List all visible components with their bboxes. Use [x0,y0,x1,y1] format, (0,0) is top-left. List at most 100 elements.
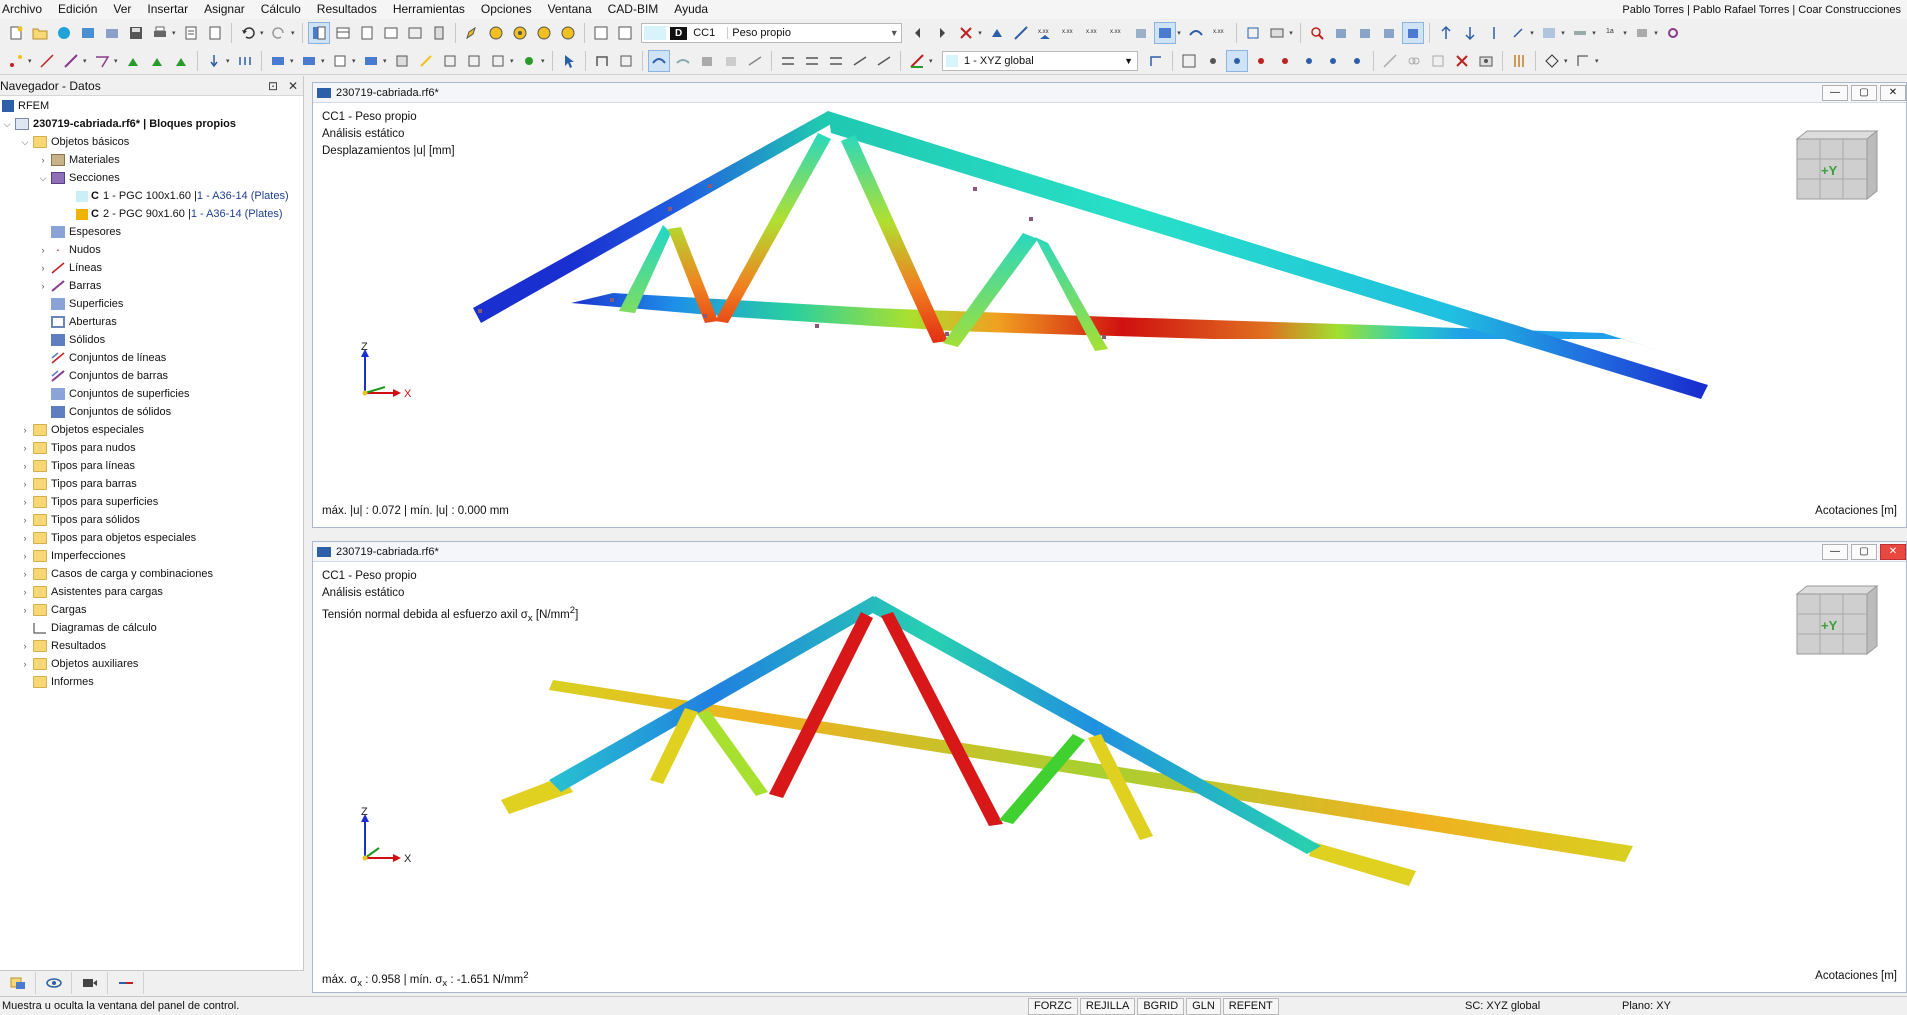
tree-item-solids[interactable]: Sólidos [0,331,303,349]
rfem-icon[interactable] [53,22,75,44]
wire-dropdown-icon[interactable]: ▾ [1654,29,1661,37]
cursor-icon[interactable] [558,50,580,72]
tree-item-sections[interactable]: ⌵ Secciones [0,169,303,187]
undo-icon[interactable] [237,22,259,44]
load-case-selector[interactable]: D CC1 Peso propio ▼ [641,23,903,43]
grid-lines-icon[interactable] [825,50,847,72]
menu-asignar[interactable]: Asignar [196,0,253,19]
minimize-button[interactable]: — [1822,84,1848,101]
next-arrow-icon[interactable] [931,22,953,44]
previous-arrow-icon[interactable] [907,22,929,44]
hatch-icon[interactable] [801,50,823,72]
chevron-right-icon[interactable]: › [38,281,48,291]
polyline-icon[interactable] [91,50,113,72]
cloud-icon[interactable] [77,22,99,44]
printout-icon[interactable] [204,22,226,44]
tab-results-icon[interactable] [108,971,144,994]
tree-item-imperfections[interactable]: › Imperfecciones [0,547,303,565]
tree-item-thicknesses[interactable]: Espesores [0,223,303,241]
snap-object-icon[interactable] [1226,49,1248,72]
menu-edicion[interactable]: Edición [50,0,105,19]
delete-icon[interactable] [1451,50,1473,72]
load-node-icon[interactable] [203,50,225,72]
toggle-object-snap[interactable]: REFENT [1222,997,1279,1015]
tab-data-icon[interactable] [0,971,36,994]
axis-dropdown-icon[interactable]: ▾ [1530,29,1537,37]
chevron-right-icon[interactable]: › [38,155,48,165]
scale-bars-icon[interactable] [1508,50,1530,72]
view-cube[interactable]: +Y [1785,127,1881,207]
selection-icon[interactable] [267,50,289,72]
tree-item-line-types[interactable]: › Tipos para líneas [0,457,303,475]
chevron-right-icon[interactable]: › [20,461,30,471]
chevron-right-icon[interactable]: › [20,515,30,525]
save-icon[interactable] [125,22,147,44]
axis-y-icon[interactable] [1459,22,1481,44]
filter-icon[interactable]: 1a [1600,22,1622,44]
surface-result-icon[interactable] [672,50,694,72]
node-support-icon[interactable] [986,22,1008,44]
coordinate-system-selector[interactable]: 1 - XYZ global ▼ [942,50,1138,71]
chevron-right-icon[interactable]: › [20,425,30,435]
node-dropdown-icon[interactable]: ▾ [28,57,35,65]
tree-item-load-cases[interactable]: › Casos de carga y combinaciones [0,565,303,583]
chevron-right-icon[interactable]: › [20,605,30,615]
tree-item-node-types[interactable]: › Tipos para nudos [0,439,303,457]
visibility-dropdown-icon[interactable]: ▾ [1592,29,1599,37]
tree-item-materials[interactable]: › Materiales [0,151,303,169]
generate-dropdown-icon[interactable]: ▾ [541,57,548,65]
snap-grid-icon[interactable] [1178,50,1200,72]
snap-member-icon[interactable] [1274,50,1296,72]
print-dropdown-icon[interactable]: ▾ [172,29,179,37]
member-dropdown-icon[interactable]: ▾ [83,57,90,65]
navigator-toggle-icon[interactable] [308,22,330,44]
tree-item-special-objects[interactable]: › Objetos especiales [0,421,303,439]
menu-ventana[interactable]: Ventana [540,0,600,19]
menu-insertar[interactable]: Insertar [139,0,196,19]
spring-icon[interactable] [170,50,192,72]
axis-x-icon[interactable] [1435,22,1457,44]
menu-archivo[interactable]: Archivo [0,0,50,19]
snap-point-icon[interactable] [1202,50,1224,72]
connect-dropdown-icon[interactable]: ▾ [510,57,517,65]
load-member-icon[interactable] [234,50,256,72]
redo-dropdown-icon[interactable]: ▾ [291,29,298,37]
tree-item-load-wizards[interactable]: › Asistentes para cargas [0,583,303,601]
chevron-right-icon[interactable]: › [20,641,30,651]
results-dropdown-icon[interactable]: ▾ [978,29,985,37]
snap-center-icon[interactable] [1322,50,1344,72]
results-off-icon[interactable] [955,22,977,44]
tree-item-loads[interactable]: › Cargas [0,601,303,619]
chevron-down-icon[interactable]: ⌵ [20,137,30,148]
intersect-icon[interactable] [439,50,461,72]
copy-icon[interactable] [329,50,351,72]
axis-rotate-icon[interactable] [1507,22,1529,44]
rendering-dropdown-icon[interactable]: ▾ [1561,29,1568,37]
tree-item-openings[interactable]: Aberturas [0,313,303,331]
toggle-guidelines[interactable]: GLN [1186,997,1221,1015]
guidelines-icon[interactable] [873,50,895,72]
chevron-right-icon[interactable]: › [20,569,30,579]
values-xxx-icon[interactable]: x.xx [1209,22,1231,44]
check-icon[interactable] [557,22,579,44]
tree-item-member-types[interactable]: › Tipos para barras [0,475,303,493]
new-model-icon[interactable] [5,22,27,44]
section-cut-icon[interactable] [1242,22,1264,44]
menu-ver[interactable]: Ver [105,0,139,19]
mirror-icon[interactable] [391,50,413,72]
view-cube[interactable]: +Y [1785,582,1881,662]
calculator-icon[interactable] [428,22,450,44]
view-direction-dropdown-icon[interactable]: ▾ [1564,57,1571,65]
copy-dropdown-icon[interactable]: ▾ [352,57,359,65]
support-icon[interactable] [122,50,144,72]
snap-midpoint-icon[interactable] [1298,50,1320,72]
rotate-icon[interactable] [360,50,382,72]
color-scale-icon[interactable] [906,50,928,72]
values-surface-icon[interactable]: x.xx [1106,22,1128,44]
minimize-button[interactable]: — [1822,543,1848,560]
connect-icon[interactable] [487,50,509,72]
menu-resultados[interactable]: Resultados [309,0,385,19]
dimension-icon[interactable] [615,50,637,72]
solid-result-icon[interactable] [696,50,718,72]
deformation-icon[interactable] [1185,22,1207,44]
